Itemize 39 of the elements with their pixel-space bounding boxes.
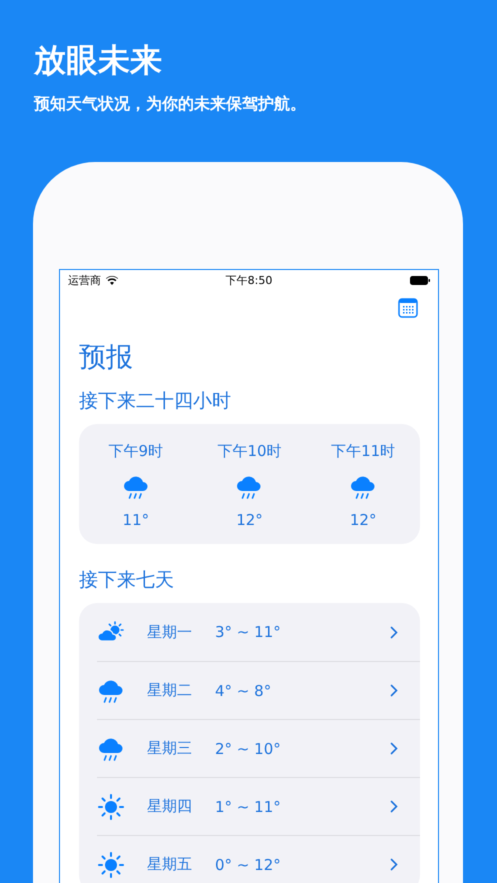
rain-cloud-icon — [122, 474, 150, 500]
temperature-range: 1° ~ 11° — [215, 798, 282, 816]
carrier-label: 运营商 — [68, 272, 101, 288]
sun-icon — [97, 792, 125, 820]
temperature: 12° — [350, 510, 376, 531]
hour-label: 下午11时 — [331, 441, 396, 462]
status-time: 下午8:50 — [226, 272, 272, 288]
temperature-range: 4° ~ 8° — [215, 682, 272, 700]
day-label[interactable]: 星期三 — [147, 739, 195, 758]
chevron-icon[interactable] — [390, 800, 398, 813]
chevron-icon[interactable] — [390, 626, 398, 638]
temperature: 11° — [122, 510, 150, 531]
calendar-icon[interactable] — [398, 298, 418, 318]
chevron-icon[interactable] — [390, 742, 398, 755]
temperature-range: 0° ~ 12° — [215, 856, 282, 874]
temperature-range: 2° ~ 10° — [215, 740, 282, 758]
rain-cloud-icon — [349, 474, 378, 500]
day-label[interactable]: 星期四 — [147, 797, 195, 816]
day-label[interactable]: 星期二 — [147, 681, 195, 700]
day-label[interactable]: 星期一 — [147, 622, 195, 642]
wifi-icon — [106, 276, 118, 284]
temperature-range: 3° ~ 11° — [215, 623, 282, 641]
rain-cloud-icon — [97, 678, 125, 704]
temperature: 12° — [236, 510, 263, 531]
section-heading: 接下来七天 — [79, 568, 175, 593]
chevron-icon[interactable] — [390, 684, 398, 697]
chevron-icon[interactable] — [390, 858, 398, 871]
cloud-sun-icon — [97, 621, 125, 643]
hour-label: 下午9时 — [108, 441, 164, 462]
section-heading: 接下来二十四小时 — [79, 389, 232, 414]
page-title: 预报 — [79, 341, 134, 375]
hour-label: 下午10时 — [217, 441, 282, 462]
sun-icon — [97, 850, 125, 878]
battery-icon — [410, 276, 430, 284]
headline: 放眼未来 — [34, 40, 163, 80]
rain-cloud-icon — [235, 474, 264, 500]
tagline: 预知天气状况，为你的未来保驾护航。 — [34, 93, 307, 115]
day-label[interactable]: 星期五 — [147, 855, 195, 874]
rain-cloud-icon — [97, 736, 125, 762]
